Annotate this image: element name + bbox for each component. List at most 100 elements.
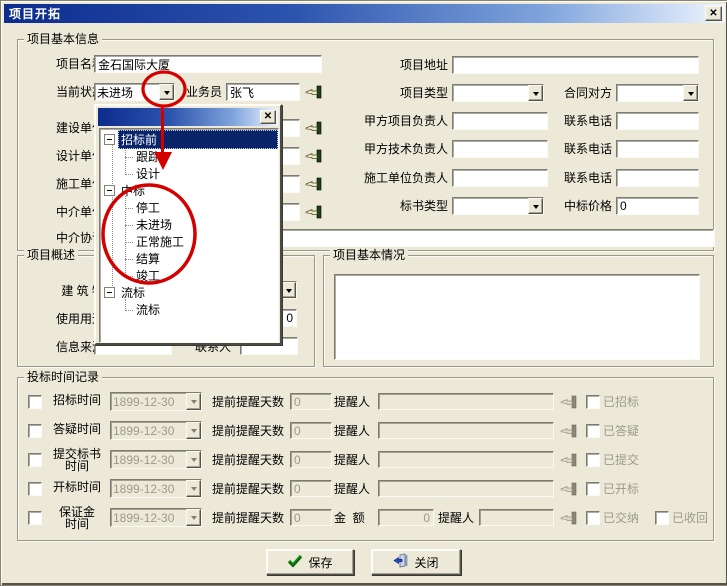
phone1-input[interactable] (616, 112, 699, 130)
builder-picker-hand-icon[interactable] (305, 121, 323, 135)
project-name-input[interactable] (94, 55, 322, 73)
group-bid-schedule: 投标时间记录 招标时间 提前提醒天数 提醒人 已招标 答疑时间 提前提醒天数 提… (17, 377, 714, 541)
project-type-value[interactable] (453, 85, 528, 101)
salesman-picker-hand-icon[interactable] (305, 85, 323, 99)
answer-time-checkbox[interactable] (28, 424, 42, 438)
close-button[interactable]: ✕ (705, 6, 722, 21)
days-ahead-input-4 (290, 480, 332, 497)
bid-time-date-combo (110, 392, 202, 411)
reminder-label-4: 提醒人 (334, 481, 374, 497)
days-ahead-label-5: 提前提醒天数 (212, 510, 296, 526)
answer-done-checkbox[interactable] (586, 424, 600, 438)
submit-time-checkbox[interactable] (28, 453, 42, 467)
tree-connector-line (125, 148, 127, 173)
bid-doc-type-dropdown-button[interactable] (528, 198, 543, 214)
status-tree-popup: ✕ 招标前 跟踪 设计 (94, 104, 282, 345)
project-address-input[interactable] (452, 56, 699, 74)
contract-party-dropdown-button[interactable] (683, 85, 698, 101)
popup-title-bar[interactable] (98, 108, 278, 126)
returned-done-checkbox[interactable] (655, 511, 669, 525)
project-situation-textarea[interactable] (334, 274, 700, 360)
submit-time-date-value (111, 451, 186, 468)
reminder-input-4 (378, 480, 554, 497)
owner-pm-label: 甲方项目负责人 (348, 113, 448, 129)
bid-doc-type-label: 标书类型 (348, 198, 448, 214)
answer-time-date-combo (110, 421, 202, 440)
paid-done-checkbox[interactable] (586, 511, 600, 525)
salesman-input[interactable] (226, 83, 300, 101)
agency-picker-hand-icon[interactable] (305, 205, 323, 219)
constructor-picker-hand-icon[interactable] (305, 177, 323, 191)
save-button[interactable]: 保存 (266, 549, 354, 575)
bid-doc-type-value[interactable] (453, 198, 528, 214)
submit-time-date-dropdown-button (186, 451, 201, 468)
collapse-minus-icon[interactable] (104, 287, 115, 298)
reminder-input-1 (378, 393, 554, 410)
winning-price-input[interactable] (616, 197, 699, 215)
bid-doc-type-combo[interactable] (452, 197, 544, 215)
open-done-checkbox[interactable] (586, 482, 600, 496)
deposit-time-checkbox[interactable] (28, 511, 42, 525)
open-time-label: 开标时间 (44, 479, 110, 495)
reminder-input-3 (378, 451, 554, 468)
returned-done-label: 已收回 (672, 510, 712, 526)
submit-done-checkbox[interactable] (586, 453, 600, 467)
current-status-combo[interactable] (94, 83, 175, 101)
close-icon: ✕ (709, 9, 717, 19)
dialog-project-development: 项目开拓 ✕ 项目基本信息 项目名称 当前状态 业务员 建设单位 设计单位 施工… (0, 0, 727, 586)
days-ahead-label-4: 提前提醒天数 (212, 481, 296, 497)
open-time-checkbox[interactable] (28, 482, 42, 496)
title-bar[interactable]: 项目开拓 (4, 4, 725, 23)
phone2-label: 联系电话 (548, 141, 612, 157)
reminder-picker-hand-icon-3 (560, 453, 578, 467)
days-ahead-label-1: 提前提醒天数 (212, 394, 296, 410)
reminder-picker-hand-icon-2 (560, 424, 578, 438)
winning-price-label: 中标价格 (548, 198, 612, 214)
popup-close-button[interactable]: ✕ (260, 110, 276, 124)
group-project-overview-legend: 项目概述 (24, 248, 78, 263)
status-tree: 招标前 跟踪 设计 中标 停工 (99, 128, 279, 343)
status-dropdown-button[interactable] (159, 84, 174, 100)
salesman-label: 业务员 (180, 84, 222, 100)
builder-pm-input[interactable] (452, 169, 548, 187)
dropdown-arrow-icon (533, 205, 539, 212)
phone3-input[interactable] (616, 169, 699, 187)
bid-time-date-value (111, 393, 186, 410)
reminder-picker-hand-icon-4 (560, 482, 578, 496)
answer-time-date-value (111, 422, 186, 439)
contract-party-combo[interactable] (616, 84, 699, 102)
group-project-situation: 项目基本情况 (323, 255, 714, 367)
bid-time-date-dropdown-button (186, 393, 201, 410)
tree-item-pre-bid[interactable]: 招标前 (100, 131, 278, 148)
tree-item-label: 流标 (133, 300, 163, 319)
bid-time-checkbox[interactable] (28, 395, 42, 409)
collapse-minus-icon[interactable] (104, 185, 115, 196)
save-check-icon (287, 554, 303, 571)
owner-pm-input[interactable] (452, 112, 548, 130)
contract-party-value[interactable] (617, 85, 683, 101)
dropdown-arrow-icon (688, 92, 694, 99)
close-dialog-button[interactable]: 关闭 (371, 549, 461, 575)
owner-tech-input[interactable] (452, 140, 548, 158)
current-status-value[interactable] (95, 84, 159, 100)
dropdown-arrow-icon (191, 429, 197, 436)
bid-done-label: 已招标 (603, 394, 653, 410)
reminder-input-5 (479, 509, 554, 526)
open-time-date-combo (110, 479, 202, 498)
reminder-label-1: 提醒人 (334, 394, 374, 410)
phone2-input[interactable] (616, 140, 699, 158)
project-type-dropdown-button[interactable] (528, 85, 543, 101)
submit-time-label: 提交标书 时间 (44, 448, 110, 472)
dialog-title: 项目开拓 (4, 5, 61, 22)
paid-done-label: 已交纳 (603, 510, 649, 526)
collapse-minus-icon[interactable] (104, 134, 115, 145)
amount-input (378, 509, 434, 526)
deposit-time-date-dropdown-button (186, 509, 201, 526)
designer-picker-hand-icon[interactable] (305, 149, 323, 163)
dropdown-arrow-icon (533, 92, 539, 99)
reminder-label-2: 提醒人 (334, 423, 374, 439)
bid-done-checkbox[interactable] (586, 395, 600, 409)
building-dropdown-button[interactable] (281, 282, 296, 298)
deposit-time-date-combo (110, 508, 202, 527)
project-type-combo[interactable] (452, 84, 544, 102)
